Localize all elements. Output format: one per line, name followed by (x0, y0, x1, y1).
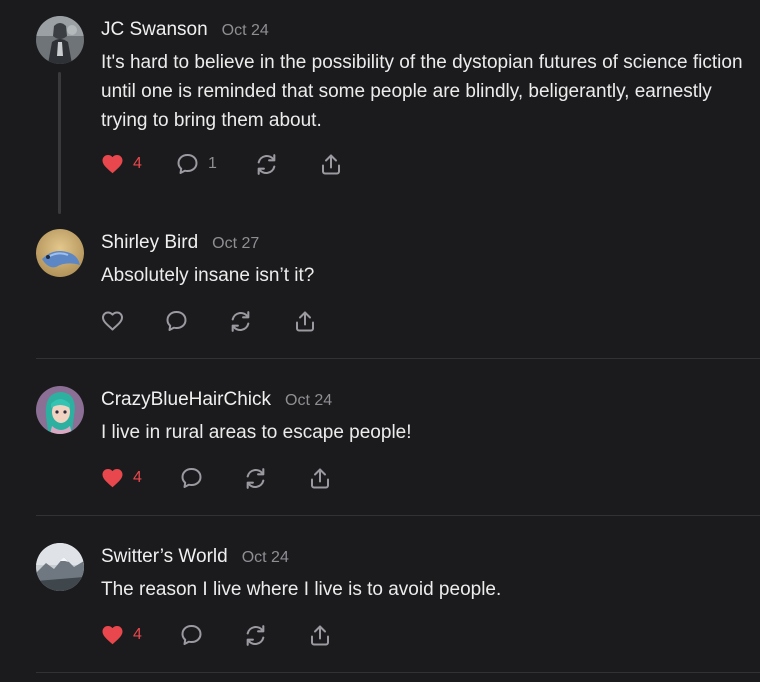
comment-date[interactable]: Oct 24 (285, 392, 332, 410)
speech-bubble-icon (179, 466, 204, 490)
comment-header: CrazyBlueHairChick Oct 24 (101, 389, 332, 411)
avatar[interactable] (36, 229, 84, 277)
refresh-arrows-icon (254, 152, 279, 177)
comment-date[interactable]: Oct 24 (222, 22, 269, 40)
like-button[interactable]: 4 (100, 623, 142, 647)
comment-text: I live in rural areas to escape people! (101, 422, 412, 443)
share-button[interactable] (319, 152, 343, 177)
restack-button[interactable] (243, 623, 268, 648)
restack-button[interactable] (243, 466, 268, 491)
comment-header: JC Swanson Oct 24 (101, 19, 269, 41)
author-name[interactable]: Switter’s World (101, 546, 228, 568)
refresh-arrows-icon (243, 466, 268, 491)
refresh-arrows-icon (243, 623, 268, 648)
share-icon (293, 309, 317, 334)
speech-bubble-icon (175, 152, 200, 176)
heart-filled-icon (100, 466, 125, 490)
reply-button[interactable] (179, 623, 204, 647)
refresh-arrows-icon (228, 309, 253, 334)
speech-bubble-icon (164, 309, 189, 333)
avatar[interactable] (36, 16, 84, 64)
author-name[interactable]: JC Swanson (101, 19, 208, 41)
restack-button[interactable] (228, 309, 253, 334)
share-icon (319, 152, 343, 177)
comment-date[interactable]: Oct 24 (242, 549, 289, 567)
heart-filled-icon (100, 152, 125, 176)
restack-button[interactable] (254, 152, 279, 177)
heart-outline-icon (100, 309, 125, 333)
share-icon (308, 623, 332, 648)
like-count: 4 (133, 626, 142, 643)
share-icon (308, 466, 332, 491)
share-button[interactable] (308, 466, 332, 491)
reply-button[interactable] (164, 309, 189, 333)
author-name[interactable]: CrazyBlueHairChick (101, 389, 271, 411)
speech-bubble-icon (179, 623, 204, 647)
divider (36, 358, 760, 359)
like-button[interactable]: 4 (100, 152, 142, 176)
heart-filled-icon (100, 623, 125, 647)
author-name[interactable]: Shirley Bird (101, 232, 198, 254)
avatar[interactable] (36, 543, 84, 591)
reply-count: 1 (208, 155, 217, 172)
comment-header: Shirley Bird Oct 27 (101, 232, 259, 254)
like-button[interactable]: 4 (100, 466, 142, 490)
like-button[interactable] (100, 309, 125, 333)
share-button[interactable] (293, 309, 317, 334)
reply-button[interactable] (179, 466, 204, 490)
divider (36, 672, 760, 673)
comment-text: Absolutely insane isn’t it? (101, 265, 315, 286)
comment-text: The reason I live where I live is to avo… (101, 579, 502, 600)
like-count: 4 (133, 469, 142, 486)
comment-text: It's hard to believe in the possibility … (101, 52, 743, 131)
like-count: 4 (133, 155, 142, 172)
comment-header: Switter’s World Oct 24 (101, 546, 289, 568)
comment-date[interactable]: Oct 27 (212, 235, 259, 253)
reply-button[interactable]: 1 (175, 152, 217, 176)
divider (36, 515, 760, 516)
share-button[interactable] (308, 623, 332, 648)
avatar[interactable] (36, 386, 84, 434)
thread-line (58, 72, 61, 214)
